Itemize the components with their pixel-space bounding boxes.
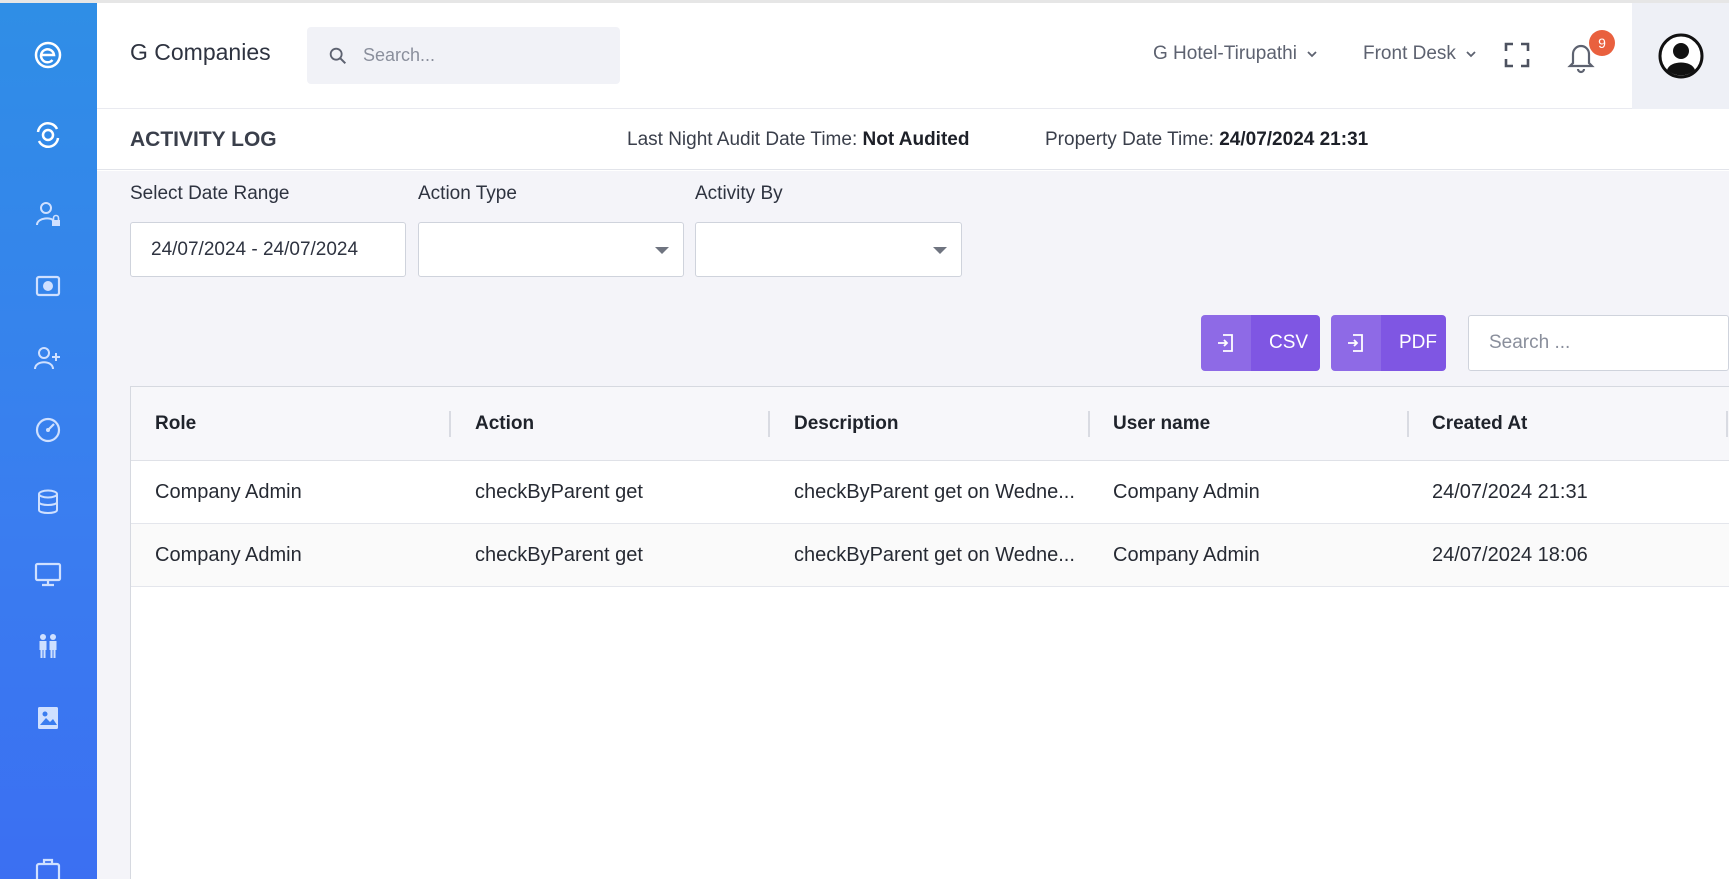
fullscreen-icon[interactable] [1502,40,1532,70]
csv-label: CSV [1269,332,1309,353]
caret-down-icon [933,247,947,254]
role-select-label: Front Desk [1363,43,1456,64]
main-content: Select Date Range 24/07/2024 - 24/07/202… [97,171,1729,879]
global-search-placeholder: Search... [363,45,436,65]
cell-username: Company Admin [1113,544,1260,566]
cell-action: checkByParent get [475,481,643,503]
briefcase-icon[interactable] [28,850,68,879]
cell-action: checkByParent get [475,544,643,566]
monitor-icon[interactable] [28,554,68,594]
action-type-label: Action Type [418,183,517,204]
top-header: G Companies Search... G Hotel-Tirupathi … [97,3,1729,109]
sidebar [0,3,97,879]
camera-icon[interactable] [28,266,68,306]
night-audit-info: Last Night Audit Date Time: Not Audited [627,129,969,151]
gallery-icon[interactable] [28,698,68,738]
role-select[interactable]: Front Desk [1363,43,1478,65]
export-icon [1201,315,1251,371]
page-subheader: ACTIVITY LOG Last Night Audit Date Time:… [97,110,1729,170]
column-resize-handle[interactable] [1407,411,1409,437]
column-resize-handle[interactable] [449,411,451,437]
cell-username: Company Admin [1113,481,1260,503]
date-range-input[interactable]: 24/07/2024 - 24/07/2024 [130,222,406,277]
table-search-input[interactable]: Search ... [1468,315,1729,371]
hotel-select[interactable]: G Hotel-Tirupathi [1153,43,1319,65]
hotel-select-label: G Hotel-Tirupathi [1153,43,1297,64]
column-header-action[interactable]: Action [475,413,534,435]
column-header-description[interactable]: Description [794,413,899,435]
property-datetime-info: Property Date Time: 24/07/2024 21:31 [1045,129,1368,151]
caret-down-icon [655,247,669,254]
speedometer-icon[interactable] [28,410,68,450]
pdf-label: PDF [1399,332,1437,353]
page-title: ACTIVITY LOG [130,128,277,151]
column-header-role[interactable]: Role [155,413,196,435]
action-type-select[interactable] [418,222,684,277]
cell-created-at: 24/07/2024 21:31 [1432,481,1588,503]
cell-created-at: 24/07/2024 18:06 [1432,544,1588,566]
column-header-created-at[interactable]: Created At [1432,413,1527,435]
chevron-down-icon [1307,51,1317,58]
cell-description: checkByParent get on Wedne... [794,544,1075,566]
column-header-username[interactable]: User name [1113,413,1210,435]
export-icon [1331,315,1381,371]
avatar[interactable] [1632,3,1729,109]
date-range-label: Select Date Range [130,183,290,204]
property-datetime-value: 24/07/2024 21:31 [1219,129,1369,150]
cell-role: Company Admin [155,544,302,566]
activity-by-select[interactable] [695,222,962,277]
property-datetime-label: Property Date Time: [1045,129,1214,150]
night-audit-label: Last Night Audit Date Time: [627,129,858,150]
table-row[interactable]: Company Admin checkByParent get checkByP… [131,461,1729,524]
table-header: Role Action Description User name Create… [131,387,1729,461]
column-resize-handle[interactable] [768,411,770,437]
logo-icon[interactable] [28,35,68,75]
cell-description: checkByParent get on Wedne... [794,481,1075,503]
chevron-down-icon [1466,51,1476,58]
add-user-icon[interactable] [28,338,68,378]
user-lock-icon[interactable] [28,194,68,234]
database-icon[interactable] [28,482,68,522]
export-csv-button[interactable]: CSV [1201,315,1320,371]
people-icon[interactable] [28,626,68,666]
search-icon [327,44,351,68]
notification-badge: 9 [1589,30,1615,56]
global-search-input[interactable]: Search... [307,27,620,84]
column-resize-handle[interactable] [1088,411,1090,437]
column-resize-handle[interactable] [1726,411,1728,437]
brand-title: G Companies [130,39,271,65]
table-row[interactable]: Company Admin checkByParent get checkByP… [131,524,1729,587]
night-audit-value: Not Audited [862,129,970,150]
dashboard-icon[interactable] [28,115,68,155]
cell-role: Company Admin [155,481,302,503]
export-pdf-button[interactable]: PDF [1331,315,1446,371]
activity-log-table: Role Action Description User name Create… [130,386,1729,879]
activity-by-label: Activity By [695,183,783,204]
user-avatar-icon [1658,33,1703,79]
